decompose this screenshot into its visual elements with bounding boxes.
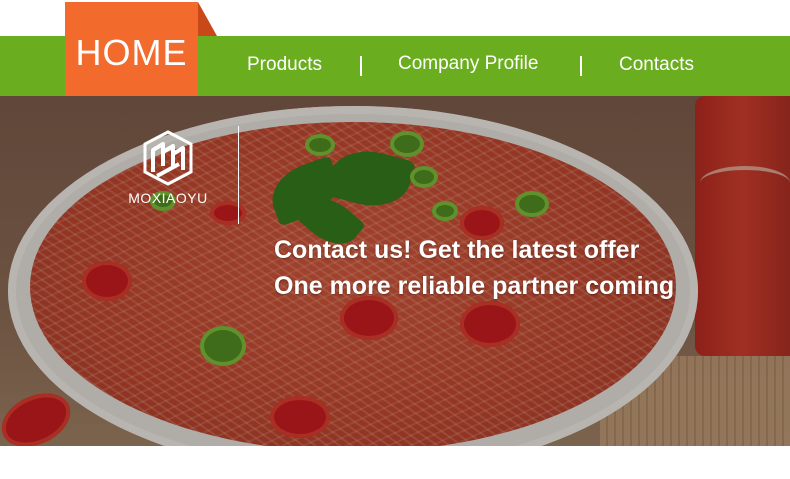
home-tab-fold	[198, 2, 217, 36]
home-tab-label: HOME	[75, 32, 188, 73]
brand-name: MOXIAOYU	[128, 190, 208, 206]
nav-company-profile-link[interactable]: Company Profile	[398, 53, 538, 75]
banner-headline-offer: Contact us! Get the latest offer	[274, 236, 640, 264]
nav-separator	[580, 56, 582, 76]
nav-products-link[interactable]: Products	[247, 54, 322, 76]
nav-contacts-link[interactable]: Contacts	[619, 54, 694, 76]
home-tab[interactable]: HOME	[65, 2, 198, 96]
moxiaoyu-logo-icon	[143, 130, 193, 186]
banner-headline-partner: One more reliable partner coming	[274, 272, 675, 300]
brand-divider	[238, 126, 239, 224]
brand-block: MOXIAOYU	[118, 130, 218, 206]
nav-separator	[360, 56, 362, 76]
